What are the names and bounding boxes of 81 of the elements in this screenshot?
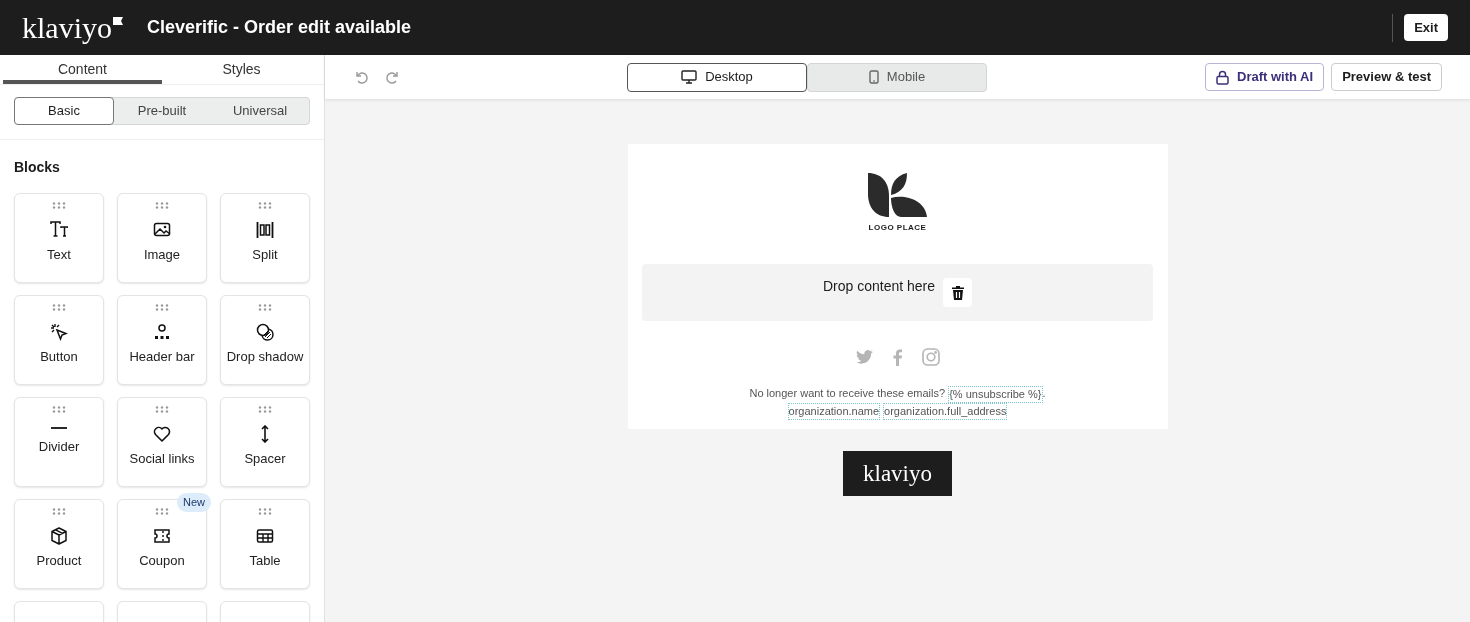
undo-icon[interactable] [353,69,369,85]
template-tag: {% unsubscribe %} [948,386,1043,403]
exit-button[interactable]: Exit [1404,14,1448,41]
block-label: Coupon [139,552,185,570]
block-tile[interactable]: Drop shadow [220,295,310,385]
view-toggle[interactable]: Desktop [627,62,807,92]
drag-handle-icon[interactable] [52,406,66,413]
block-tile[interactable]: Image [117,193,207,283]
block-label: Split [252,246,278,264]
segment-tab[interactable]: Basic [14,97,114,125]
block-label: Image [143,246,181,264]
instagram-icon[interactable] [921,348,940,366]
block-tile[interactable]: Header bar [117,295,207,385]
monitor-icon [681,70,698,84]
template-tag: organization.name [787,403,881,420]
drag-handle-icon[interactable] [258,304,272,311]
facebook-icon[interactable] [892,348,902,366]
drag-handle-icon[interactable] [258,202,272,209]
view-toggle[interactable]: Mobile [807,62,987,92]
drag-handle-icon[interactable] [155,508,169,515]
drag-handle-icon[interactable] [155,202,169,209]
block-label: Text [47,246,71,264]
block-label: Drop shadow [226,348,304,366]
table-icon [256,527,274,545]
line-icon [50,425,68,431]
new-badge: New [177,493,211,512]
trash-icon [951,285,964,300]
footer-text: . [1042,386,1046,401]
block-label: Social links [129,450,195,468]
logo-mark-icon [866,172,929,218]
shadow-circles-icon [256,323,274,341]
drag-handle-icon[interactable] [52,508,66,515]
block-label: Divider [38,438,80,456]
sidebar-tab[interactable]: Content [3,55,162,84]
block-tile[interactable]: Spacer [220,397,310,487]
block-label: Header bar [129,348,195,366]
twitter-icon[interactable] [855,350,873,364]
header-bar-icon [153,323,171,341]
redo-icon[interactable] [385,69,401,85]
text-size-icon [50,221,68,239]
lock-icon [1216,69,1230,85]
segment-tab[interactable]: Pre-built [113,98,211,124]
image-icon [153,221,171,239]
cursor-click-icon [50,323,68,341]
ticket-icon [153,527,171,545]
block-label: Spacer [244,450,286,468]
section-heading: Blocks [13,158,61,177]
drag-handle-icon[interactable] [52,202,66,209]
drag-handle-icon[interactable] [155,304,169,311]
block-tile[interactable]: Table [220,499,310,589]
block-tile[interactable]: Text [14,193,104,283]
block-tile[interactable]: Social links [117,397,207,487]
drag-handle-icon[interactable] [258,406,272,413]
drop-zone-text: Drop content here [822,277,936,296]
logo-caption: LOGO PLACE [868,222,927,234]
block-tile[interactable]: Product [14,499,104,589]
drag-handle-icon[interactable] [52,304,66,311]
draft-with-ai-button[interactable]: Draft with AI [1205,63,1325,91]
delete-button[interactable] [943,278,973,307]
heart-icon [153,425,171,443]
block-tile[interactable]: Split [220,193,310,283]
klaviyo-logo: klaviyo [863,462,932,485]
preview-button[interactable]: Preview & test [1331,63,1442,91]
segment-tab[interactable]: Universal [211,98,309,124]
block-tile[interactable]: Button [14,295,104,385]
template-tag: organization.full_address [883,403,1008,420]
drag-handle-icon[interactable] [258,508,272,515]
block-tile[interactable]: Divider [14,397,104,487]
flag-icon [113,16,123,25]
block-label: Table [249,552,281,570]
footer-text: No longer want to receive these emails? [749,386,947,401]
drop-zone[interactable]: Drop content here [642,264,1153,321]
sidebar-tab[interactable]: Styles [162,55,321,84]
phone-icon [868,70,879,84]
columns-icon [256,221,274,239]
block-label: Product [36,552,82,570]
block-label: Button [40,348,78,366]
box-icon [50,527,68,545]
klaviyo-logo: klaviyo [22,12,112,43]
drag-handle-icon[interactable] [155,406,169,413]
window-title: Cleverific - Order edit available [147,16,412,39]
